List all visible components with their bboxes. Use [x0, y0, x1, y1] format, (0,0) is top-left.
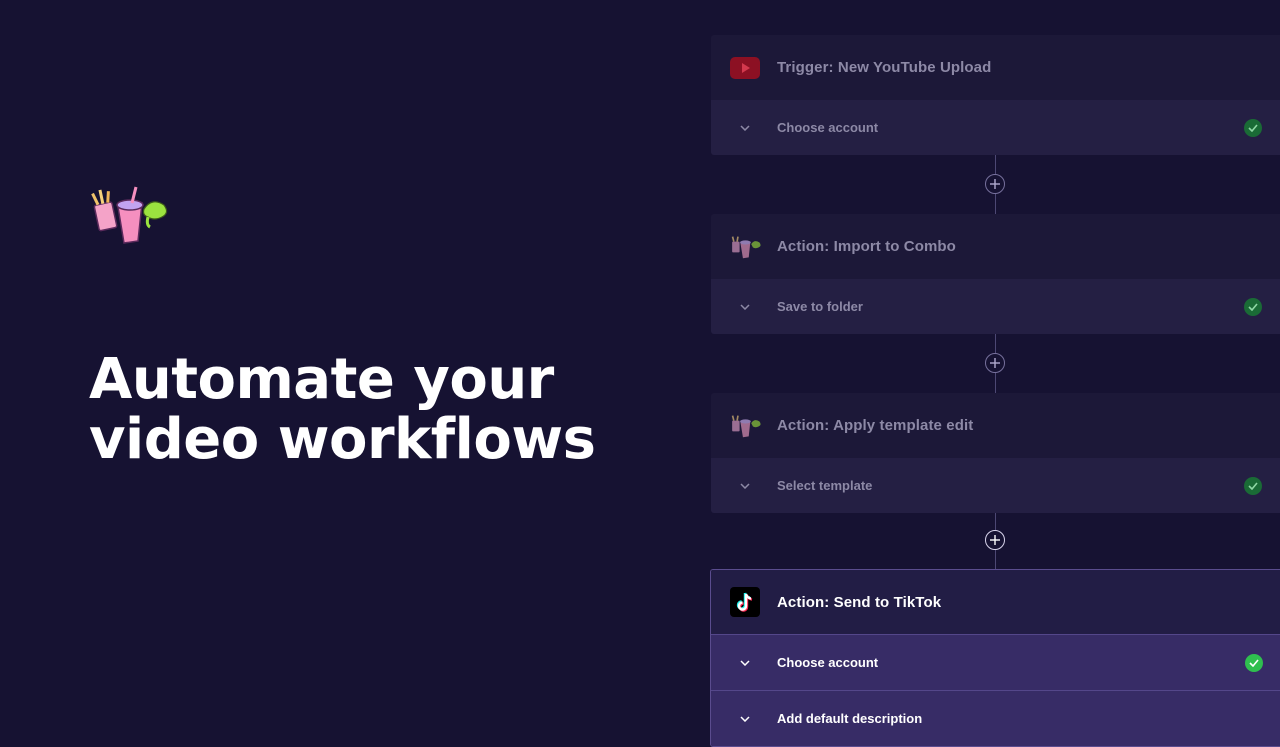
workflow-step-tiktok[interactable]: Action: Send to TikTok Choose account Ad… [710, 569, 1280, 747]
workflow-step-template[interactable]: Action: Apply template edit Select templ… [711, 393, 1280, 513]
row-label: Choose account [777, 655, 879, 670]
check-icon [1244, 297, 1262, 316]
step-row-add-description[interactable]: Add default description [711, 690, 1280, 746]
step-header[interactable]: Action: Import to Combo [711, 214, 1280, 279]
plus-icon [990, 358, 1000, 368]
headline-line-1: Automate your [89, 347, 554, 412]
row-label: Save to folder [777, 299, 863, 314]
combo-logo-icon [728, 409, 762, 443]
add-step-button[interactable] [985, 174, 1005, 194]
add-step-button[interactable] [985, 353, 1005, 373]
workflow-step-import[interactable]: Action: Import to Combo Save to folder [711, 214, 1280, 334]
row-label: Choose account [777, 120, 879, 135]
step-header[interactable]: Action: Apply template edit [711, 393, 1280, 458]
step-header[interactable]: Action: Send to TikTok [711, 570, 1280, 634]
row-label: Add default description [777, 711, 923, 726]
step-row-choose-account[interactable]: Choose account [711, 100, 1280, 155]
step-title: Action: Apply template edit [777, 417, 974, 434]
workflow-builder: Trigger: New YouTube Upload Choose accou… [710, 35, 1280, 747]
step-header[interactable]: Trigger: New YouTube Upload [711, 35, 1280, 100]
check-icon [1244, 118, 1262, 137]
chevron-down-icon[interactable] [739, 303, 751, 310]
youtube-icon [728, 51, 762, 85]
combo-logo-icon [88, 183, 170, 249]
add-step-button[interactable] [985, 530, 1005, 550]
check-icon [1245, 653, 1263, 672]
chevron-down-icon[interactable] [739, 124, 751, 131]
step-title: Action: Import to Combo [777, 238, 956, 255]
workflow-step-trigger[interactable]: Trigger: New YouTube Upload Choose accou… [711, 35, 1280, 155]
step-title: Action: Send to TikTok [777, 593, 942, 611]
combo-logo-icon [728, 230, 762, 264]
headline-line-2: video workflows [89, 407, 596, 472]
chevron-down-icon[interactable] [739, 482, 751, 489]
row-label: Select template [777, 478, 873, 493]
step-title: Trigger: New YouTube Upload [777, 59, 992, 76]
plus-icon [990, 535, 1000, 545]
check-icon [1244, 476, 1262, 495]
tiktok-icon [728, 585, 762, 619]
step-row-choose-account[interactable]: Choose account [711, 634, 1280, 690]
chevron-down-icon[interactable] [739, 715, 751, 722]
step-row-select-template[interactable]: Select template [711, 458, 1280, 513]
chevron-down-icon[interactable] [739, 659, 751, 666]
plus-icon [990, 179, 1000, 189]
step-row-save-folder[interactable]: Save to folder [711, 279, 1280, 334]
hero-headline: Automate your video workflows [89, 347, 596, 472]
